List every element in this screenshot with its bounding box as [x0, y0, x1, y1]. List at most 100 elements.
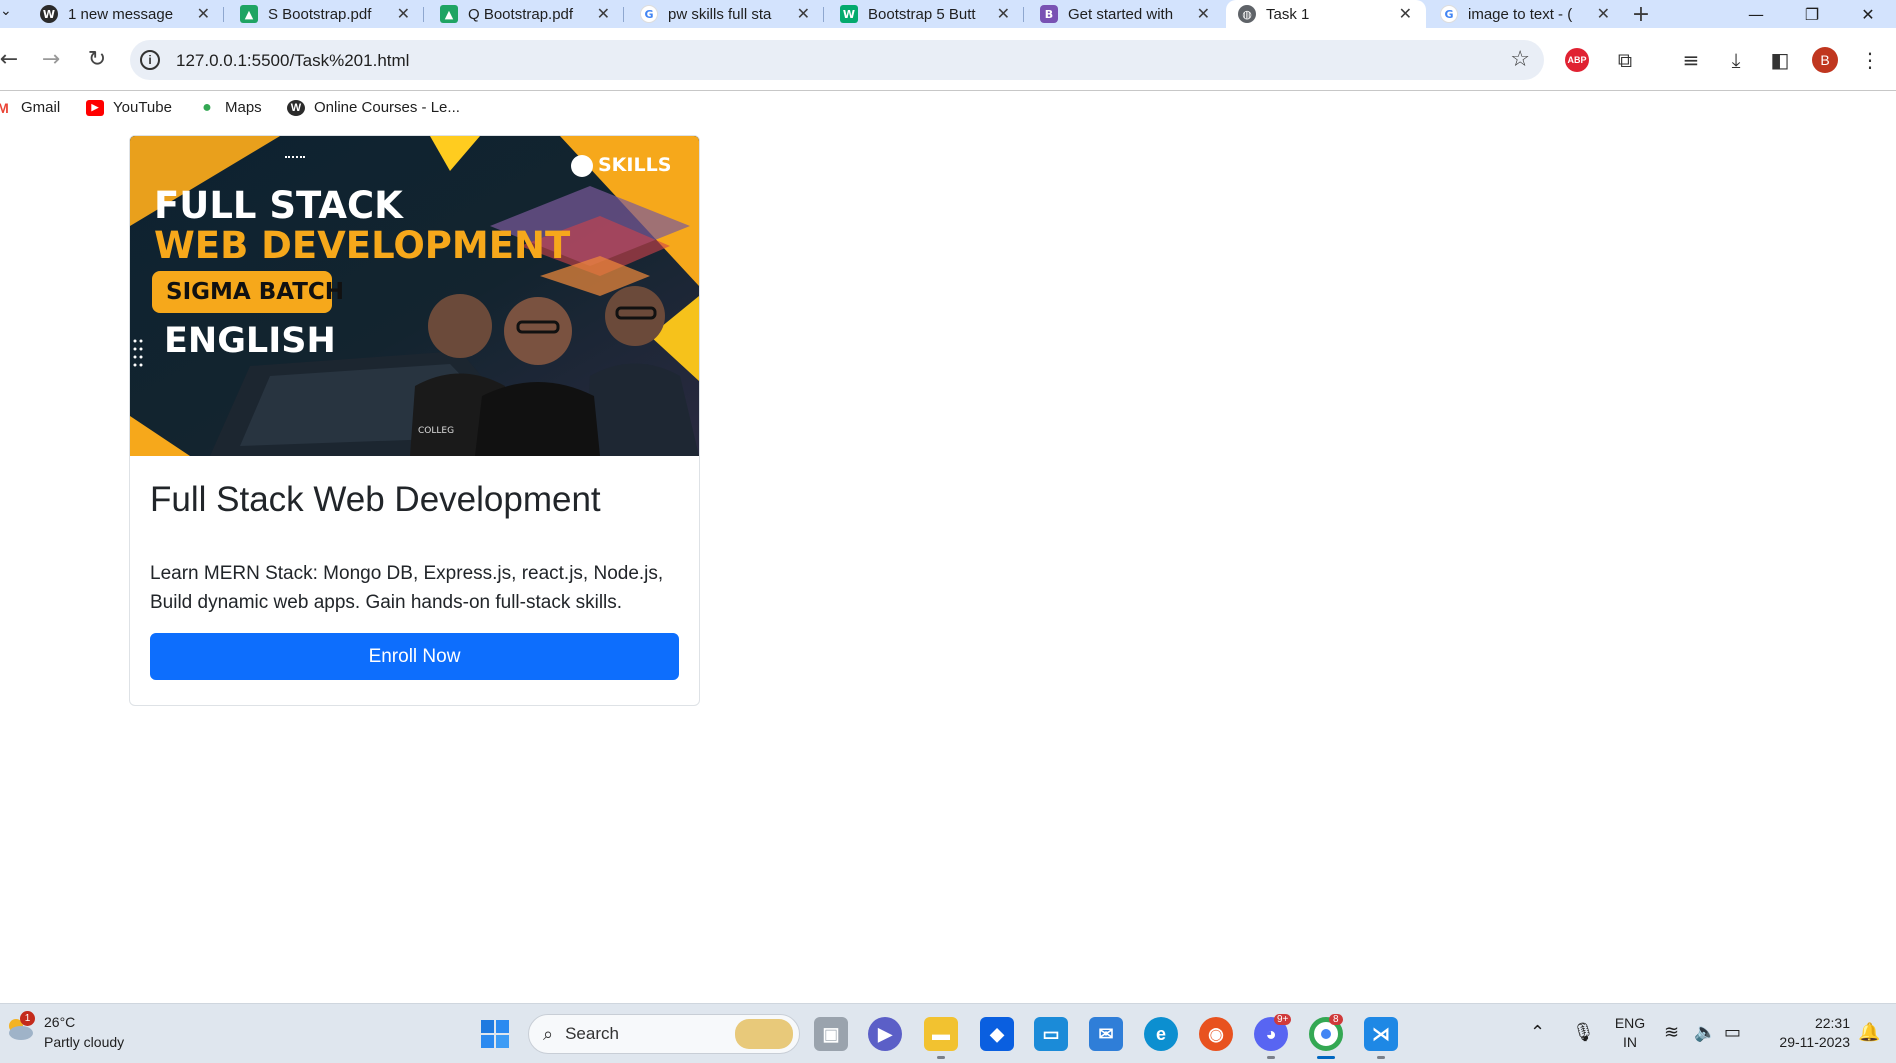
tab-task-1[interactable]: ◍ Task 1 ✕: [1226, 0, 1426, 28]
tab-title: Q Bootstrap.pdf: [468, 5, 574, 23]
bookmark-youtube[interactable]: ▶ YouTube: [86, 99, 172, 116]
google-drive-icon: ▲: [240, 5, 258, 23]
weather-widget[interactable]: 1 26°C Partly cloudy: [4, 1011, 125, 1052]
bookmark-star-icon[interactable]: ☆: [1510, 47, 1530, 72]
volume-icon[interactable]: 🔈: [1694, 1022, 1716, 1043]
youtube-icon: ▶: [86, 99, 104, 116]
clock-date: 29-11-2023: [1779, 1034, 1850, 1050]
dropbox-icon[interactable]: ◆: [980, 1017, 1014, 1051]
banner-line-3: ENGLISH: [164, 321, 336, 361]
show-hidden-icons-chevron-icon[interactable]: ⌃: [1530, 1022, 1545, 1043]
site-info-icon[interactable]: i: [140, 50, 160, 70]
maps-pin-icon: ●: [198, 99, 216, 116]
bookmark-maps[interactable]: ● Maps: [198, 99, 262, 116]
running-indicator: [937, 1056, 945, 1059]
tab-title: S Bootstrap.pdf: [268, 5, 372, 23]
tab-bootstrap-5-buttons[interactable]: W Bootstrap 5 Butt ✕: [828, 0, 1024, 28]
close-icon[interactable]: ✕: [997, 4, 1010, 23]
tab-separator: [1023, 7, 1024, 22]
restore-button[interactable]: ❐: [1784, 0, 1840, 28]
card-description: Learn MERN Stack: Mongo DB, Express.js, …: [150, 563, 664, 614]
globe-icon: ◍: [1238, 5, 1256, 23]
teams-chat-icon[interactable]: ▶: [868, 1017, 902, 1051]
edge-icon[interactable]: e: [1144, 1017, 1178, 1051]
wordpress-icon: W: [40, 5, 58, 23]
microphone-icon[interactable]: 🎙: [1572, 1022, 1595, 1043]
firefox-icon[interactable]: ◉: [1199, 1017, 1233, 1051]
google-drive-icon: ▲: [440, 5, 458, 23]
weather-temperature: 26°C: [44, 1014, 76, 1030]
language-line-1: ENG: [1614, 1015, 1646, 1031]
tab-title: Task 1: [1266, 5, 1310, 23]
chevron-down-icon[interactable]: ⌄: [0, 3, 12, 19]
address-bar[interactable]: i 127.0.0.1:5500/Task%201.html ☆: [130, 40, 1544, 80]
search-icon: ⌕: [543, 1023, 554, 1045]
bookmark-label: YouTube: [113, 99, 172, 116]
banner-dots: [285, 156, 305, 158]
file-explorer-icon[interactable]: ▬: [924, 1017, 958, 1051]
close-icon[interactable]: ✕: [397, 4, 410, 23]
bookmark-online-courses[interactable]: W Online Courses - Le...: [287, 99, 460, 116]
weather-description: Partly cloudy: [44, 1034, 125, 1050]
wifi-icon[interactable]: ≋: [1664, 1022, 1679, 1043]
banner-line-2: WEB DEVELOPMENT: [154, 224, 571, 267]
tab-s-bootstrap-pdf[interactable]: ▲ S Bootstrap.pdf ✕: [228, 0, 424, 28]
bookmark-label: Online Courses - Le...: [314, 99, 460, 116]
close-icon[interactable]: ✕: [797, 4, 810, 23]
search-highlight-icon: [735, 1019, 793, 1049]
card-title: Full Stack Web Development: [150, 480, 601, 519]
close-icon[interactable]: ✕: [1399, 4, 1412, 23]
close-icon[interactable]: ✕: [597, 4, 610, 23]
weather-alert-badge: 1: [20, 1011, 35, 1026]
windows-start-icon[interactable]: [478, 1017, 512, 1051]
clock[interactable]: 22:31 29-11-2023: [1760, 1014, 1850, 1052]
close-icon[interactable]: ✕: [1597, 4, 1610, 23]
minimize-button[interactable]: —: [1728, 0, 1784, 28]
tab-1-new-message[interactable]: W 1 new message ✕: [28, 0, 224, 28]
media-controls-icon[interactable]: ≡: [1677, 46, 1705, 74]
notification-bell-icon[interactable]: 🔔: [1858, 1022, 1880, 1043]
course-card: FULL STACK WEB DEVELOPMENT SIGMA BATCH E…: [129, 135, 700, 706]
tab-title: 1 new message: [68, 5, 174, 23]
close-icon[interactable]: ✕: [197, 4, 210, 23]
windows-taskbar: 1 26°C Partly cloudy ⌕ Search ▣ ▶ ▬ ◆ ▭ …: [0, 1003, 1896, 1063]
google-icon: G: [640, 5, 658, 23]
back-button[interactable]: ←: [0, 44, 24, 74]
taskbar-search-box[interactable]: ⌕ Search: [528, 1014, 800, 1054]
active-indicator: [1317, 1056, 1335, 1059]
enroll-now-button[interactable]: Enroll Now: [150, 632, 679, 680]
extensions-icon[interactable]: ⧉: [1611, 46, 1639, 74]
browser-toolbar: ← → ↻ i 127.0.0.1:5500/Task%201.html ☆ A…: [0, 28, 1896, 90]
close-icon[interactable]: ✕: [1197, 4, 1210, 23]
menu-kebab-icon[interactable]: ⋮: [1856, 46, 1884, 74]
bookmark-gmail[interactable]: M Gmail: [0, 99, 60, 116]
close-window-button[interactable]: ✕: [1840, 0, 1896, 28]
language-indicator[interactable]: ENG IN: [1610, 1014, 1650, 1052]
side-panel-icon[interactable]: ◧: [1766, 46, 1794, 74]
tab-q-bootstrap-pdf[interactable]: ▲ Q Bootstrap.pdf ✕: [428, 0, 624, 28]
tab-strip: ⌄ W 1 new message ✕ ▲ S Bootstrap.pdf ✕ …: [0, 0, 1896, 28]
tab-separator: [823, 7, 824, 22]
tab-title: Get started with: [1068, 5, 1174, 23]
tab-title: image to text - (: [1468, 5, 1573, 23]
tab-get-started[interactable]: B Get started with ✕: [1028, 0, 1224, 28]
new-tab-button[interactable]: +: [1627, 0, 1655, 28]
tab-pw-skills[interactable]: G pw skills full sta ✕: [628, 0, 824, 28]
download-icon[interactable]: ⤓: [1722, 46, 1750, 74]
url-text[interactable]: 127.0.0.1:5500/Task%201.html: [176, 51, 409, 71]
task-view-icon[interactable]: ▣: [814, 1017, 848, 1051]
tab-image-to-text[interactable]: G image to text - ( ✕: [1428, 0, 1624, 28]
adblock-plus-icon[interactable]: ABP: [1565, 48, 1589, 72]
bookmark-label: Maps: [225, 99, 262, 116]
reload-button[interactable]: ↻: [82, 44, 112, 74]
forward-button[interactable]: →: [36, 44, 66, 74]
desktop-app-icon[interactable]: ▭: [1034, 1017, 1068, 1051]
battery-icon[interactable]: ▭: [1724, 1022, 1741, 1043]
vscode-icon[interactable]: ⋊: [1364, 1017, 1398, 1051]
wordpress-icon: W: [287, 99, 305, 116]
bootstrap-icon: B: [1040, 5, 1058, 23]
banner-shirt-text: COLLEG: [418, 426, 455, 436]
banner-brand: SKILLS: [598, 154, 672, 176]
mail-icon[interactable]: ✉: [1089, 1017, 1123, 1051]
profile-avatar[interactable]: B: [1812, 47, 1838, 73]
